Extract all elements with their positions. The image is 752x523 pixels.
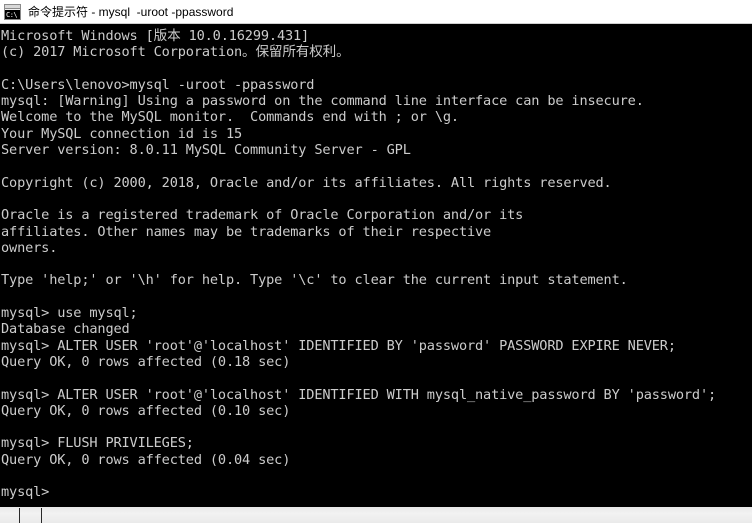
terminal-line: Type 'help;' or '\h' for help. Type '\c'… xyxy=(1,272,628,289)
terminal-line: affiliates. Other names may be trademark… xyxy=(1,223,492,240)
terminal-line: owners. xyxy=(1,239,58,256)
terminal-line-prompt[interactable]: mysql> xyxy=(1,484,752,500)
terminal-line: Query OK, 0 rows affected (0.10 sec) xyxy=(1,402,291,419)
terminal-line: Your MySQL connection id is 15 xyxy=(1,125,243,142)
command-prompt-window[interactable]: C:\ 命令提示符 - mysql -uroot -ppassword Micr… xyxy=(0,0,752,507)
terminal-line: Oracle is a registered trademark of Orac… xyxy=(1,207,524,224)
desktop-background-strip xyxy=(0,507,752,523)
cmd-console-icon: C:\ xyxy=(4,3,21,20)
terminal-line: Query OK, 0 rows affected (0.18 sec) xyxy=(1,353,291,370)
cmd-icon-prompt-text: C:\ xyxy=(5,9,20,19)
cmd-icon-titlebar xyxy=(5,4,20,9)
terminal-line: Microsoft Windows [版本 10.0.16299.431] xyxy=(1,28,310,44)
terminal-line: mysql> FLUSH PRIVILEGES; xyxy=(1,435,194,452)
background-vertical-line xyxy=(41,508,42,523)
terminal-line: mysql> use mysql; xyxy=(1,305,138,322)
terminal-line: C:\Users\lenovo>mysql -uroot -ppassword xyxy=(1,76,315,93)
terminal-line: mysql> ALTER USER 'root'@'localhost' IDE… xyxy=(1,386,717,403)
terminal-line: (c) 2017 Microsoft Corporation。保留所有权利。 xyxy=(1,44,350,61)
terminal-line: mysql> ALTER USER 'root'@'localhost' IDE… xyxy=(1,337,676,354)
title-bar[interactable]: C:\ 命令提示符 - mysql -uroot -ppassword xyxy=(0,0,752,24)
terminal-line: Welcome to the MySQL monitor. Commands e… xyxy=(1,109,459,126)
terminal-line: Query OK, 0 rows affected (0.04 sec) xyxy=(1,451,291,468)
terminal-line: Database changed xyxy=(1,321,130,338)
background-vertical-line xyxy=(19,508,20,523)
terminal-line: Server version: 8.0.11 MySQL Community S… xyxy=(1,142,411,159)
terminal-line: Copyright (c) 2000, 2018, Oracle and/or … xyxy=(1,174,612,191)
terminal-line: mysql: [Warning] Using a password on the… xyxy=(1,93,644,110)
window-title: 命令提示符 - mysql -uroot -ppassword xyxy=(28,4,234,19)
terminal-output[interactable]: Microsoft Windows [版本 10.0.16299.431] (c… xyxy=(0,24,752,507)
